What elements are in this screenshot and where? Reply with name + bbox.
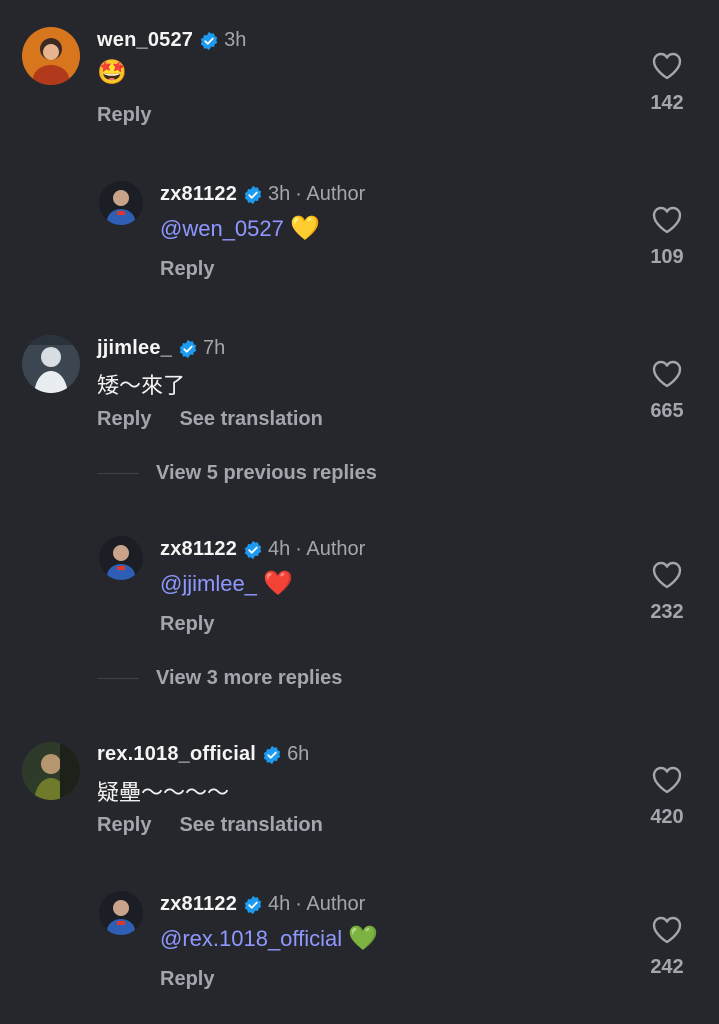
see-translation-button[interactable]: See translation: [179, 408, 322, 430]
author-tag: · Author: [295, 183, 366, 205]
avatar[interactable]: [22, 27, 80, 85]
view-more-replies-button[interactable]: View 3 more replies: [97, 667, 342, 690]
like-control: 142: [645, 52, 689, 115]
reply-emoji: 💛: [290, 214, 320, 242]
timestamp: 3h: [224, 29, 247, 51]
reply-header: zx81122 4h · Author: [160, 538, 365, 561]
comment-header: jjimlee_ 7h: [97, 337, 225, 360]
like-control: 232: [645, 561, 689, 624]
see-translation-button[interactable]: See translation: [179, 814, 322, 836]
comment-text: 🤩: [97, 58, 127, 86]
like-count: 420: [650, 806, 684, 828]
reply-button[interactable]: Reply: [160, 258, 214, 280]
mention-link[interactable]: @wen_0527: [160, 216, 284, 241]
comment-header: wen_0527 3h: [97, 29, 246, 52]
heart-outline-icon[interactable]: [652, 766, 682, 794]
comment-header: rex.1018_official 6h: [97, 743, 309, 766]
thread-divider: [97, 678, 139, 679]
username[interactable]: zx81122: [160, 183, 237, 206]
reply-button[interactable]: Reply: [97, 408, 151, 430]
comment-text: 矮～來了: [97, 373, 186, 398]
verified-badge-icon: [244, 185, 262, 204]
reply-emoji: ❤️: [263, 569, 293, 597]
view-replies-label[interactable]: View 3 more replies: [156, 667, 342, 690]
reply-actions: Reply: [160, 258, 214, 281]
avatar[interactable]: [22, 335, 80, 393]
avatar[interactable]: [22, 742, 80, 800]
verified-badge-icon: [244, 895, 262, 914]
timestamp: 7h: [202, 337, 226, 359]
comment-text: 疑壘～～～～: [97, 780, 230, 805]
view-replies-label[interactable]: View 5 previous replies: [156, 462, 377, 485]
comment-actions: Reply See translation: [97, 814, 323, 837]
heart-outline-icon[interactable]: [652, 206, 682, 234]
reply-actions: Reply: [160, 613, 214, 636]
heart-outline-icon[interactable]: [652, 916, 682, 944]
like-control: 242: [645, 916, 689, 979]
username[interactable]: wen_0527: [97, 29, 193, 52]
view-previous-replies-button[interactable]: View 5 previous replies: [97, 462, 377, 485]
reply-text: @jjimlee_ ❤️: [160, 569, 293, 597]
reply-button[interactable]: Reply: [160, 613, 214, 635]
username[interactable]: jjimlee_: [97, 337, 172, 360]
reply-button[interactable]: Reply: [160, 968, 214, 990]
like-count: 665: [650, 400, 684, 422]
avatar[interactable]: [99, 536, 143, 580]
reply-button[interactable]: Reply: [97, 814, 151, 836]
reply-actions: Reply: [160, 968, 214, 991]
comment-actions: Reply See translation: [97, 408, 323, 431]
author-tag: · Author: [295, 538, 366, 560]
heart-outline-icon[interactable]: [652, 561, 682, 589]
verified-badge-icon: [179, 339, 197, 358]
like-control: 109: [645, 206, 689, 269]
like-count: 142: [650, 92, 684, 114]
like-count: 242: [650, 956, 684, 978]
verified-badge-icon: [263, 745, 281, 764]
reply-header: zx81122 3h · Author: [160, 183, 365, 206]
timestamp: 4h: [268, 893, 291, 915]
username[interactable]: zx81122: [160, 893, 237, 916]
reply-button[interactable]: Reply: [97, 104, 151, 126]
author-tag: · Author: [295, 893, 366, 915]
timestamp: 6h: [287, 743, 310, 765]
avatar[interactable]: [99, 181, 143, 225]
reply-text: @rex.1018_official 💚: [160, 924, 378, 952]
verified-badge-icon: [200, 31, 218, 50]
mention-link[interactable]: @rex.1018_official: [160, 926, 342, 951]
thread-divider: [97, 473, 139, 474]
verified-badge-icon: [244, 540, 262, 559]
timestamp: 3h: [268, 183, 291, 205]
like-control: 665: [645, 360, 689, 423]
like-count: 232: [650, 601, 684, 623]
heart-outline-icon[interactable]: [652, 360, 682, 388]
like-count: 109: [650, 246, 684, 268]
reply-emoji: 💚: [348, 924, 379, 952]
comment-actions: Reply: [97, 104, 151, 127]
reply-header: zx81122 4h · Author: [160, 893, 365, 916]
mention-link[interactable]: @jjimlee_: [160, 571, 257, 596]
avatar[interactable]: [99, 891, 143, 935]
timestamp: 4h: [268, 538, 291, 560]
username[interactable]: rex.1018_official: [97, 743, 256, 766]
reply-text: @wen_0527 💛: [160, 214, 320, 242]
like-control: 420: [645, 766, 689, 829]
heart-outline-icon[interactable]: [652, 52, 682, 80]
username[interactable]: zx81122: [160, 538, 237, 561]
